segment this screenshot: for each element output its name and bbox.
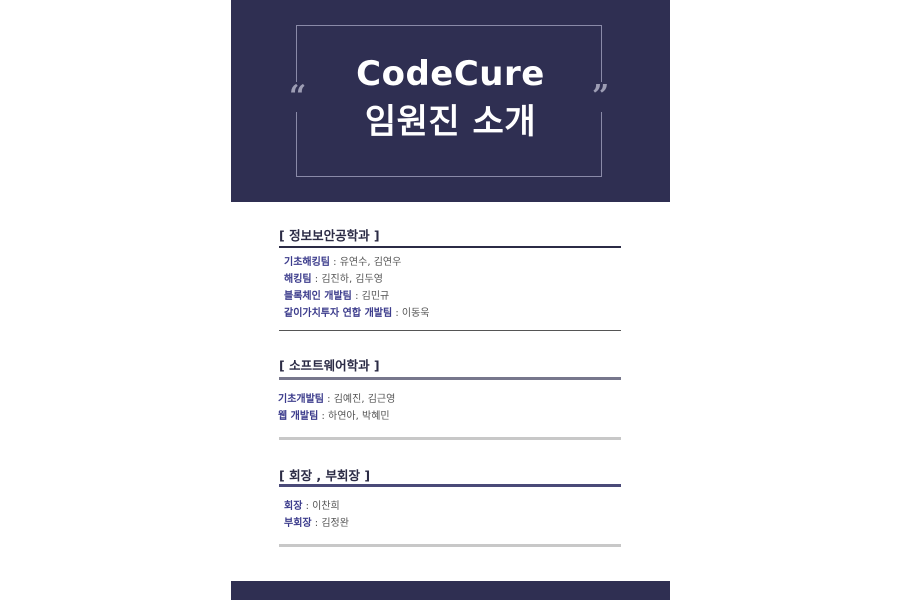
title-line-1: CodeCure	[356, 54, 545, 94]
member-names: 이동욱	[401, 308, 430, 319]
member-names: 김정완	[321, 518, 349, 529]
separator: :	[330, 257, 340, 268]
team-entry: 웹 개발팀 : 하연아, 박혜민	[278, 410, 390, 424]
team-entry: 기초개발팀 : 김예진, 김근영	[278, 393, 395, 407]
section-heading-president: [ 회장 , 부회장 ]	[279, 468, 371, 483]
separator: :	[311, 274, 322, 285]
section-rule-top	[279, 484, 621, 487]
team-entry: 부회장 : 김정완	[284, 517, 349, 531]
team-entry: 회장 : 이찬희	[284, 500, 340, 514]
team-entry: 기초해킹팀 : 유연수, 김연우	[284, 256, 401, 270]
footer-banner	[231, 581, 670, 600]
member-names: 이찬희	[312, 501, 340, 512]
section-rule-bottom	[279, 437, 621, 440]
title-line-2: 임원진 소개	[364, 102, 537, 142]
member-names: 유연수, 김연우	[339, 257, 402, 268]
separator: :	[392, 308, 402, 319]
member-names: 하연아, 박혜민	[328, 411, 390, 422]
separator: :	[324, 394, 334, 405]
section-rule-bottom	[279, 330, 621, 331]
member-names: 김진하, 김두영	[321, 274, 383, 285]
separator: :	[351, 291, 362, 302]
role-name: 회장	[284, 501, 303, 512]
section-rule-top	[279, 246, 621, 248]
team-name: 블록체인 개발팀	[284, 291, 352, 302]
separator: :	[311, 518, 322, 529]
section-rule-top	[279, 377, 621, 380]
team-name: 기초해킹팀	[284, 257, 330, 268]
poster: “ ” CodeCure 임원진 소개 [ 정보보안공학과 ] 기초해킹팀 : …	[231, 0, 670, 600]
separator: :	[302, 501, 313, 512]
section-heading-info-security: [ 정보보안공학과 ]	[279, 228, 380, 243]
team-entry: 블록체인 개발팀 : 김민규	[284, 290, 389, 304]
member-names: 김예진, 김근영	[333, 394, 396, 405]
team-name: 같이가치투자 연합 개발팀	[284, 308, 393, 319]
team-entry: 같이가치투자 연합 개발팀 : 이동욱	[284, 307, 430, 321]
team-name: 해킹팀	[284, 274, 312, 285]
team-name: 기초개발팀	[278, 394, 324, 405]
team-name: 웹 개발팀	[278, 411, 319, 422]
team-entry: 해킹팀 : 김진하, 김두영	[284, 273, 383, 287]
section-heading-software: [ 소프트웨어학과 ]	[279, 358, 380, 373]
separator: :	[318, 411, 329, 422]
section-rule-bottom	[279, 544, 621, 547]
member-names: 김민규	[361, 291, 390, 302]
role-name: 부회장	[284, 518, 312, 529]
title-frame	[296, 25, 602, 177]
header-banner: “ ” CodeCure 임원진 소개	[231, 0, 670, 202]
